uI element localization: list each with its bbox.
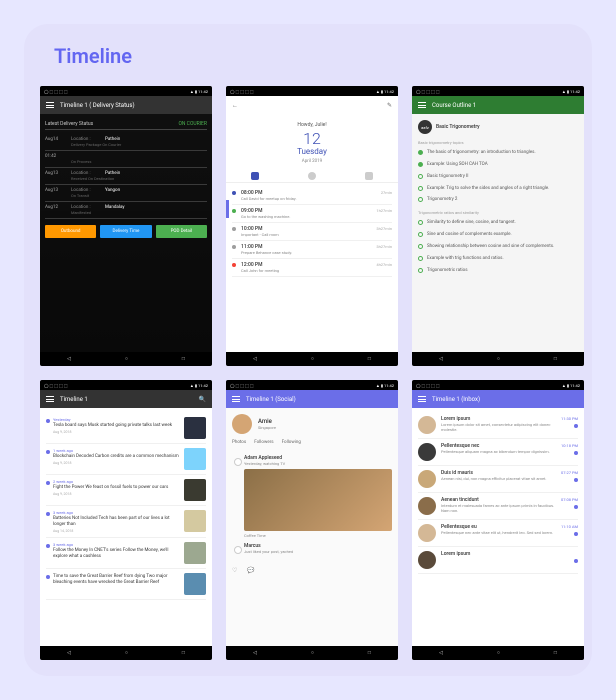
tab-followers[interactable]: Followers [254, 440, 273, 445]
profile-name: Amie [258, 418, 276, 425]
screen-title: Timeline 1 (Social) [246, 396, 296, 403]
nav-bar: ◁ ○ □ [40, 352, 212, 366]
screen-inbox-timeline[interactable]: ◯ ⬚ ⬚ ⬚ ⬚▲ ▮ 11:42 Timeline 1 (Inbox) Lo… [412, 380, 584, 660]
screen-course-outline[interactable]: ◯ ⬚ ⬚ ⬚ ⬚▲ ▮ 11:42 Course Outline 1 aafz… [412, 86, 584, 366]
back-icon[interactable]: ◁ [67, 356, 71, 362]
search-icon[interactable]: 🔍 [199, 396, 206, 403]
section-title: Timeline [54, 44, 576, 68]
course-name: Basic Trigonometry [436, 124, 480, 130]
screenshot-grid: ◯ ⬚ ⬚ ⬚ ⬚▲ ▮ 11:42 Timeline 1 ( Delivery… [40, 86, 576, 660]
screen-title: Course Outline 1 [432, 102, 476, 109]
delivery-time-button[interactable]: Delivery Time [100, 225, 151, 238]
day-number: 12 [234, 131, 390, 147]
menu-icon[interactable] [418, 396, 426, 402]
screen-title: Timeline 1 ( Delivery Status) [60, 102, 135, 109]
feed-image[interactable] [244, 469, 392, 531]
edit-icon[interactable]: ✎ [387, 102, 392, 109]
profile-avatar[interactable] [232, 414, 252, 434]
tab-following[interactable]: Following [282, 440, 301, 445]
tab-settings[interactable] [365, 172, 373, 180]
screen-title: Timeline 1 [60, 396, 88, 403]
course-avatar: aafz [418, 120, 432, 134]
profile-location: Singapore [258, 425, 276, 430]
day-name: Tuesday [234, 147, 390, 156]
pod-detail-button[interactable]: POD Detail [156, 225, 207, 238]
app-bar: Timeline 1 ( Delivery Status) [40, 96, 212, 114]
screen-news-timeline[interactable]: ◯ ⬚ ⬚ ⬚ ⬚▲ ▮ 11:42 Timeline 1🔍 Yesterday… [40, 380, 212, 660]
home-icon[interactable]: ○ [125, 356, 128, 362]
screen-social-timeline[interactable]: ◯ ⬚ ⬚ ⬚ ⬚▲ ▮ 11:42 Timeline 1 (Social) A… [226, 380, 398, 660]
timeline-section-card: Timeline ◯ ⬚ ⬚ ⬚ ⬚▲ ▮ 11:42 Timeline 1 (… [24, 24, 592, 676]
menu-icon[interactable] [46, 396, 54, 402]
month-label: April 2019 [234, 159, 390, 164]
button-row: Outbound Delivery Time POD Detail [45, 225, 207, 238]
back-icon[interactable]: ← [232, 102, 238, 109]
menu-icon[interactable] [418, 102, 426, 108]
latest-status-row: Latest Delivery StatusON COURIER [45, 119, 207, 130]
tab-photos[interactable]: Photos [232, 440, 246, 445]
screen-title: Timeline 1 (Inbox) [432, 396, 480, 403]
tab-calendar[interactable] [251, 172, 259, 180]
recent-icon[interactable]: □ [182, 356, 185, 362]
menu-icon[interactable] [232, 396, 240, 402]
status-bar: ◯ ⬚ ⬚ ⬚ ⬚▲ ▮ 11:42 [40, 86, 212, 96]
menu-icon[interactable] [46, 102, 54, 108]
comment-icon[interactable]: 💬 [247, 567, 254, 574]
like-icon[interactable]: ♡ [232, 567, 237, 574]
screen-delivery-status[interactable]: ◯ ⬚ ⬚ ⬚ ⬚▲ ▮ 11:42 Timeline 1 ( Delivery… [40, 86, 212, 366]
greeting: Howdy, Julie! [234, 122, 390, 128]
screen-day-timeline[interactable]: ◯ ⬚ ⬚ ⬚ ⬚▲ ▮ 11:42 ←✎ Howdy, Julie! 12 T… [226, 86, 398, 366]
tab-clock[interactable] [308, 172, 316, 180]
outbound-button[interactable]: Outbound [45, 225, 96, 238]
